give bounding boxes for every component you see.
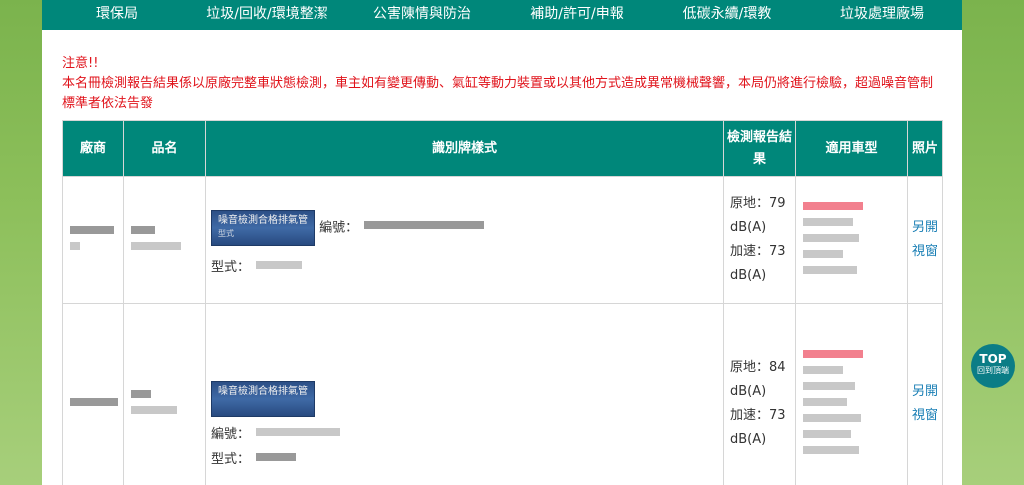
redacted-text	[803, 397, 847, 406]
stationary-result: 原地：84 dB(A)	[730, 359, 786, 399]
muffler-table: 廠商 品名 識別牌樣式 檢測報告結果 適用車型 照片 噪音檢測合格排氣管 型式 …	[62, 120, 943, 485]
redacted-text	[803, 202, 863, 210]
redacted-text	[803, 413, 861, 422]
model-label: 型式：	[211, 451, 251, 467]
open-window-link[interactable]: 另開視窗	[908, 380, 942, 428]
vendor-cell	[62, 176, 124, 304]
top-sub-label: 回到頂端	[977, 366, 1009, 375]
plate-style-cell: 噪音檢測合格排氣管 型式 編號： 型式：	[205, 176, 724, 304]
redacted-text	[803, 349, 863, 358]
redacted-text	[131, 405, 177, 414]
plate-image: 噪音檢測合格排氣管 型式	[211, 209, 315, 246]
vehicle-type-cell	[795, 176, 908, 304]
accel-result: 加速：73 dB(A)	[730, 407, 786, 447]
redacted-text	[803, 250, 843, 258]
serial-label: 編號：	[319, 220, 359, 235]
plate-style-cell: 噪音檢測合格排氣管 編號： 型式：	[205, 303, 724, 485]
redacted-text	[803, 445, 859, 454]
report-result-cell: 原地：79 dB(A) 加速：73 dB(A)	[723, 176, 796, 304]
header-report-result: 檢測報告結果	[723, 120, 796, 177]
product-cell	[123, 303, 206, 485]
notice-body: 本名冊檢測報告結果係以原廠完整車狀態檢測，車主如有變更傳動、氣缸等動力裝置或以其…	[62, 76, 934, 111]
vehicle-type-cell	[795, 303, 908, 485]
vendor-cell	[62, 303, 124, 485]
plate-sub: 型式	[218, 228, 234, 238]
notice-title: 注意!!	[62, 56, 99, 71]
redacted-text	[803, 365, 843, 374]
report-result-cell: 原地：84 dB(A) 加速：73 dB(A)	[723, 303, 796, 485]
open-window-link[interactable]: 另開視窗	[908, 216, 942, 264]
redacted-text	[364, 221, 485, 229]
nav-item-epb[interactable]: 環保局	[42, 0, 192, 30]
redacted-text	[131, 389, 151, 398]
header-vehicle-type: 適用車型	[795, 120, 908, 177]
header-product: 品名	[123, 120, 206, 177]
header-plate-style: 識別牌樣式	[205, 120, 724, 177]
stationary-result: 原地：79 dB(A)	[730, 196, 786, 235]
accel-result: 加速：73 dB(A)	[730, 244, 786, 283]
nav-item-lowcarbon[interactable]: 低碳永續/環教	[652, 0, 802, 30]
top-nav: 環保局 垃圾/回收/環境整潔 公害陳情與防治 補助/許可/申報 低碳永續/環教 …	[42, 0, 962, 30]
redacted-text	[803, 429, 851, 438]
table-row: 噪音檢測合格排氣管 型式 編號： 型式： 原地：79 dB(A) 加速：73 d…	[62, 176, 943, 304]
model-label: 型式：	[211, 259, 251, 275]
redacted-text	[256, 427, 341, 436]
plate-image: 噪音檢測合格排氣管	[211, 380, 315, 417]
top-label: TOP	[979, 352, 1007, 366]
photo-cell: 另開視窗	[907, 303, 943, 485]
redacted-text	[70, 242, 80, 250]
redacted-text	[70, 397, 118, 406]
redacted-text	[131, 226, 155, 234]
redacted-text	[256, 260, 303, 269]
plate-text: 噪音檢測合格排氣管	[218, 214, 308, 226]
redacted-text	[803, 218, 853, 226]
nav-item-garbage[interactable]: 垃圾/回收/環境整潔	[192, 0, 342, 30]
redacted-text	[131, 242, 181, 250]
nav-item-subsidy[interactable]: 補助/許可/申報	[502, 0, 652, 30]
header-photo: 照片	[907, 120, 943, 177]
plate-text: 噪音檢測合格排氣管	[218, 385, 308, 397]
nav-item-plants[interactable]: 垃圾處理廠場	[802, 0, 962, 30]
redacted-text	[803, 234, 859, 242]
redacted-text	[803, 381, 855, 390]
header-vendor: 廠商	[62, 120, 124, 177]
serial-label: 編號：	[211, 426, 251, 442]
table-header-row: 廠商 品名 識別牌樣式 檢測報告結果 適用車型 照片	[62, 120, 943, 177]
redacted-text	[256, 452, 297, 461]
nav-item-pollution[interactable]: 公害陳情與防治	[342, 0, 502, 30]
photo-cell: 另開視窗	[907, 176, 943, 304]
redacted-text	[70, 226, 114, 234]
product-cell	[123, 176, 206, 304]
table-row: 噪音檢測合格排氣管 編號： 型式： 原地：84 dB(A) 加速：73 dB(A…	[62, 303, 943, 485]
redacted-text	[803, 266, 857, 274]
notice: 注意!! 本名冊檢測報告結果係以原廠完整車狀態檢測，車主如有變更傳動、氣缸等動力…	[62, 54, 942, 114]
back-to-top-button[interactable]: TOP 回到頂端	[971, 344, 1015, 388]
